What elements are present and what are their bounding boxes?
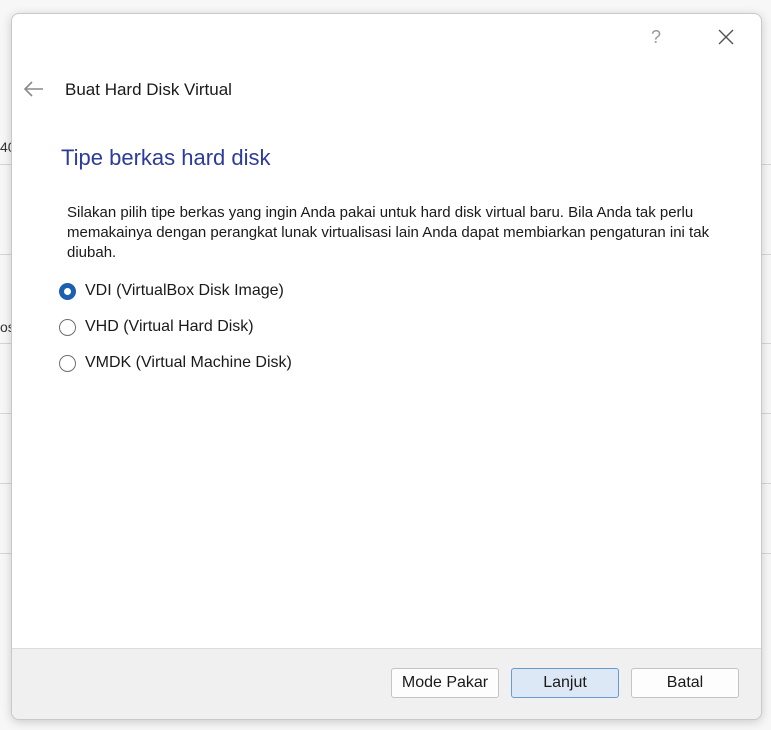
- create-virtual-hard-disk-dialog: ? Buat Hard Disk Virtual Tipe berkas har…: [11, 13, 762, 720]
- radio-button-checked[interactable]: [59, 282, 76, 300]
- close-button[interactable]: [710, 22, 742, 52]
- wizard-title: Buat Hard Disk Virtual: [65, 80, 232, 99]
- radio-label: VMDK (Virtual Machine Disk): [85, 354, 292, 371]
- close-icon: [718, 29, 734, 45]
- radio-option-vdi[interactable]: VDI (VirtualBox Disk Image): [59, 279, 284, 303]
- radio-option-vhd[interactable]: VHD (Virtual Hard Disk): [59, 315, 254, 339]
- expert-mode-button[interactable]: Mode Pakar: [391, 668, 499, 698]
- page-description: Silakan pilih tipe berkas yang ingin And…: [67, 204, 710, 261]
- dialog-footer: Mode Pakar Lanjut Batal: [12, 648, 761, 719]
- arrow-left-icon: [23, 81, 43, 97]
- radio-button[interactable]: [59, 318, 76, 336]
- help-button[interactable]: ?: [642, 24, 670, 50]
- page-heading: Tipe berkas hard disk: [61, 145, 271, 170]
- radio-button[interactable]: [59, 354, 76, 372]
- next-button[interactable]: Lanjut: [511, 668, 619, 698]
- cancel-button[interactable]: Batal: [631, 668, 739, 698]
- back-button[interactable]: [22, 78, 46, 100]
- radio-label: VHD (Virtual Hard Disk): [85, 318, 254, 335]
- background-text-fragment: os: [0, 319, 11, 335]
- background-text-fragment: 40: [0, 139, 11, 155]
- radio-option-vmdk[interactable]: VMDK (Virtual Machine Disk): [59, 351, 292, 375]
- radio-label: VDI (VirtualBox Disk Image): [85, 282, 284, 299]
